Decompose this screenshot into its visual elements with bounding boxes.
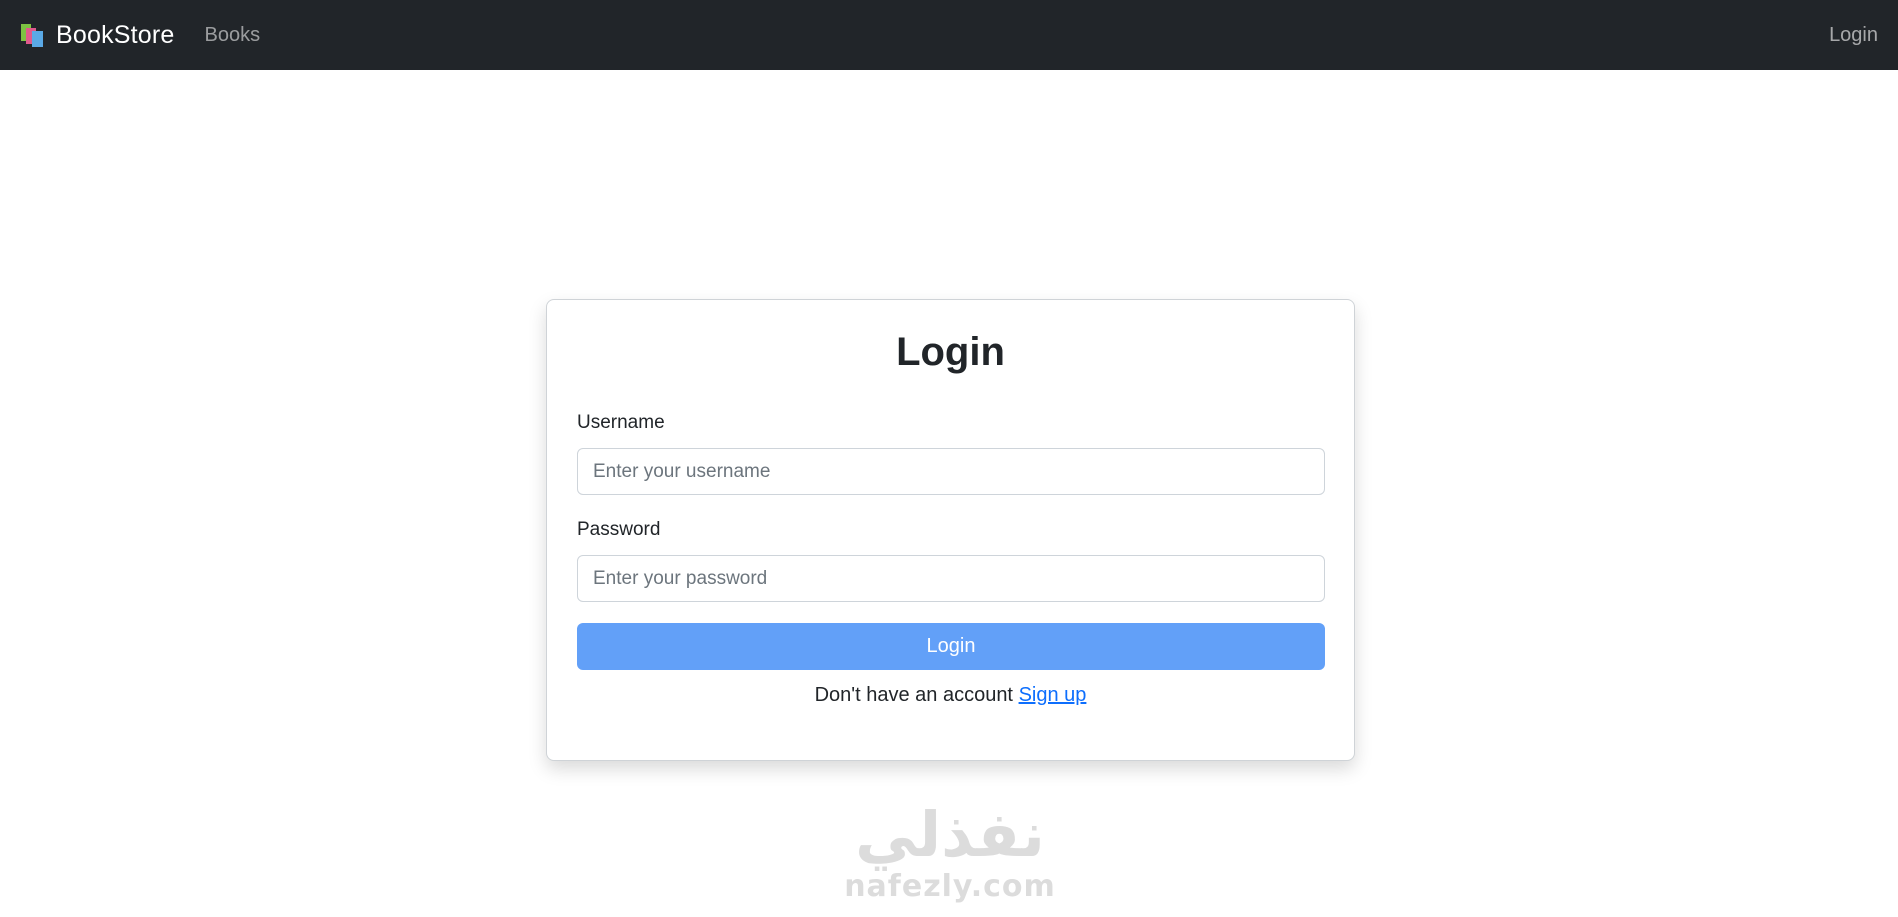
brand-name: BookStore [56,20,175,49]
brand-link[interactable]: BookStore [20,21,175,50]
login-title: Login [896,330,1005,374]
signup-row: Don't have an account Sign up [547,684,1354,707]
watermark-latin: nafezly.com [844,869,1056,904]
login-card: Login Username Password Login Don't have… [546,299,1355,761]
watermark-arabic: نفذلي [855,798,1045,871]
login-button[interactable]: Login [577,623,1325,670]
top-navbar: BookStore Books Login [0,0,1898,70]
password-label: Password [577,519,661,540]
username-label: Username [577,412,665,433]
username-input[interactable] [577,448,1325,495]
watermark-logo: نفذلي nafezly.com [820,800,1080,917]
nav-link-login[interactable]: Login [1829,24,1878,47]
signup-link[interactable]: Sign up [1019,684,1087,706]
nav-link-books[interactable]: Books [205,24,261,47]
signup-prompt: Don't have an account [814,684,1019,706]
password-input[interactable] [577,555,1325,602]
books-icon [21,24,43,47]
